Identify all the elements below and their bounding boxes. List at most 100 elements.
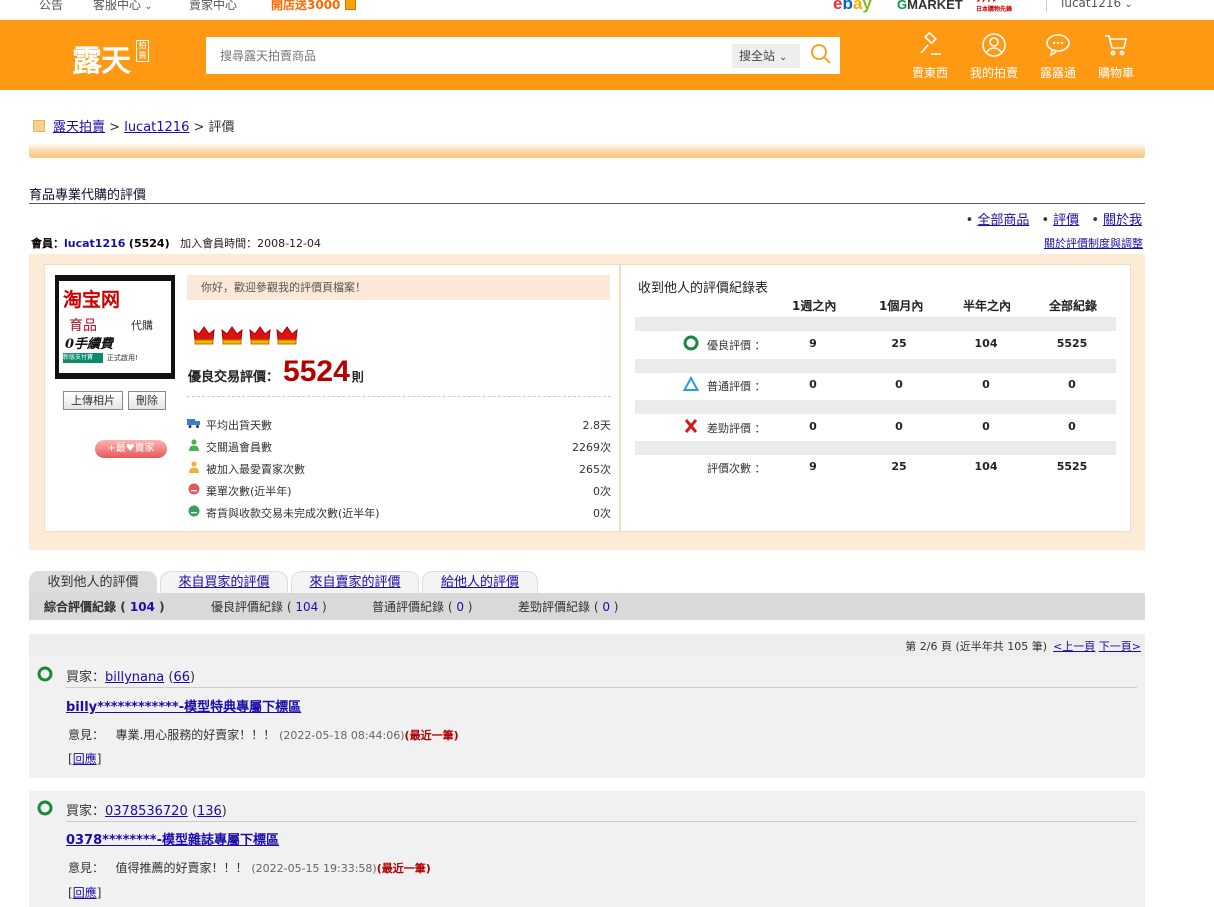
subtab-all[interactable]: 綜合評價紀錄 ( 104 ) (44, 598, 165, 615)
breadcrumb-home[interactable]: 露天拍賣 (53, 120, 105, 135)
subtab-good[interactable]: 優良評價紀錄 ( 104 ) (211, 598, 327, 615)
record-value[interactable]: 9 (783, 337, 843, 350)
avatar[interactable]: 淘宝网 育品 0手續費 新版支付寶 正式啟用! 代購 (55, 275, 175, 379)
breadcrumb-user[interactable]: lucat1216 (124, 120, 189, 135)
about-me-link[interactable]: 關於我 (1103, 213, 1142, 228)
record-value[interactable]: 0 (869, 378, 929, 391)
member-name[interactable]: lucat1216 (64, 237, 125, 250)
tab-from-buyers[interactable]: 來自買家的評價 (160, 571, 288, 594)
record-value: 25 (891, 460, 907, 473)
buyer-score-link[interactable]: 136 (197, 804, 222, 819)
search-button[interactable] (810, 43, 834, 67)
nav-my-auction[interactable]: 我的拍賣 (964, 32, 1024, 82)
abandon-icon (188, 483, 200, 495)
record-title: 收到他人的評價紀錄表 (638, 281, 769, 296)
subtab-count: 0 (456, 600, 464, 614)
col-header: 半年之內 (963, 299, 1012, 313)
join-label: 加入會員時間： (180, 237, 258, 250)
pager-bar: 第 2/6 頁 (近半年共 105 筆) <上一頁 下一頁> (29, 634, 1145, 656)
subtab-bad[interactable]: 差勁評價紀錄 ( 0 ) (518, 598, 618, 615)
nav-my-auction-label: 我的拍賣 (969, 66, 1018, 80)
tab-from-sellers-link[interactable]: 來自賣家的評價 (309, 575, 400, 590)
user-menu[interactable]: lucat1216 (1061, 0, 1133, 10)
item-link[interactable]: billy************-模型特典專屬下標區 (66, 700, 301, 715)
nav-sell[interactable]: 賣東西 (900, 32, 960, 82)
tab-received-ratings[interactable]: 收到他人的評價 (29, 571, 157, 594)
crown-icon (249, 326, 271, 345)
subtab-label: 優良評價紀錄 (211, 600, 284, 614)
rating-rules-link[interactable]: 關於評價制度與調整 (1044, 235, 1143, 251)
service-center-menu[interactable]: 客服中心 (93, 0, 153, 13)
ratings-link[interactable]: 評價 (1053, 213, 1079, 228)
item-link[interactable]: 0378********-模型雜誌專屬下標區 (66, 833, 279, 848)
row-band (635, 441, 1116, 455)
search-icon (811, 44, 831, 64)
favorite-member-icon (189, 461, 199, 473)
tab-given-ratings-link[interactable]: 給他人的評價 (441, 575, 519, 590)
breadcrumb-sep: > (193, 120, 205, 135)
nav-cart[interactable]: 購物車 (1086, 32, 1146, 82)
gmarket-logo[interactable]: GMARKET (897, 0, 963, 12)
chat-icon (1046, 34, 1070, 57)
record-value[interactable]: 0 (956, 420, 1016, 433)
review-item: 買家：billynana (66) billy************-模型特典… (29, 656, 1145, 778)
record-label: 差勁評價 ： (707, 422, 766, 435)
buyer-link[interactable]: billynana (105, 670, 164, 685)
record-value[interactable]: 0 (783, 378, 843, 391)
search-scope-label: 搜全站 (739, 49, 776, 63)
stats-divider (187, 396, 611, 397)
cart-icon (1105, 35, 1127, 56)
buyer-link[interactable]: 0378536720 (105, 804, 188, 819)
latest-badge: (最近一筆) (404, 729, 459, 742)
seller-center-link[interactable]: 賣家中心 (189, 0, 237, 13)
member-info: 會員：lucat1216 (5524) 加入會員時間：2008-12-04 (31, 235, 321, 251)
breadcrumb: 露天拍賣 > lucat1216 > 評價 (33, 116, 235, 135)
top-bar: 公告 客服中心 賣家中心 開店送3000 ebay GMARKET ﾗｸﾃﾝ日本… (0, 0, 1214, 20)
record-label: 評價次數 ： (707, 462, 766, 475)
ruten-logo[interactable]: 露天 (72, 36, 131, 80)
next-page-link[interactable]: 下一頁> (1099, 640, 1141, 653)
search-input[interactable] (206, 37, 726, 74)
store-links: • 全部商品 • 評價 • 關於我 (958, 209, 1142, 228)
prev-page-link[interactable]: <上一頁 (1053, 640, 1095, 653)
announcement-link[interactable]: 公告 (39, 0, 63, 13)
record-label: 普通評價 ： (707, 380, 766, 393)
buyer-score-link[interactable]: 66 (173, 670, 190, 685)
promo-link[interactable]: 開店送3000 (271, 0, 356, 13)
record-value[interactable]: 0 (956, 378, 1016, 391)
ebay-logo[interactable]: ebay (833, 0, 872, 14)
delete-photo-button[interactable]: 刪除 (128, 391, 166, 410)
pager: 第 2/6 頁 (近半年共 105 筆) <上一頁 下一頁> (905, 638, 1141, 654)
favorite-seller-button[interactable]: +最♥賣家 (95, 440, 167, 458)
avatar-text: 0手續費 (65, 337, 114, 352)
divider (1046, 0, 1047, 12)
reply-link[interactable]: 回應 (73, 752, 97, 766)
nav-chat[interactable]: 露露通 (1028, 32, 1088, 82)
search-scope-select[interactable]: 搜全站 ⌄ (732, 44, 800, 68)
tab-from-buyers-link[interactable]: 來自買家的評價 (178, 575, 269, 590)
upload-photo-button[interactable]: 上傳相片 (63, 391, 123, 410)
bad-x-icon (684, 419, 698, 433)
record-value[interactable]: 104 (956, 337, 1016, 350)
rakuten-logo[interactable]: ﾗｸﾃﾝ日本購物先鋒 (976, 0, 1012, 15)
record-value[interactable]: 0 (1042, 378, 1102, 391)
record-value[interactable]: 5525 (1042, 337, 1102, 350)
record-value[interactable]: 0 (1042, 420, 1102, 433)
record-value: 5525 (1056, 460, 1088, 473)
subtab-count: 104 (295, 600, 319, 614)
stat-row: 交關過會員數 2269次 (187, 437, 611, 457)
tab-given-ratings[interactable]: 給他人的評價 (422, 571, 538, 594)
subtab-count: 0 (602, 600, 610, 614)
record-label: 優良評價 ： (707, 339, 766, 352)
record-value[interactable]: 25 (869, 337, 929, 350)
all-products-link[interactable]: 全部商品 (977, 213, 1029, 228)
comment-label: 意見： (68, 861, 105, 875)
tab-from-sellers[interactable]: 來自賣家的評價 (291, 571, 419, 594)
comment-timestamp: (2022-05-18 08:44:06) (279, 729, 405, 742)
reply-link[interactable]: 回應 (73, 886, 97, 900)
breadcrumb-divider (29, 143, 1145, 158)
profile-card: 淘宝网 育品 0手續費 新版支付寶 正式啟用! 代購 上傳相片 刪除 +最♥賣家… (44, 264, 620, 532)
subtab-neutral[interactable]: 普通評價紀錄 ( 0 ) (372, 598, 472, 615)
record-value[interactable]: 0 (869, 420, 929, 433)
record-value[interactable]: 0 (783, 420, 843, 433)
